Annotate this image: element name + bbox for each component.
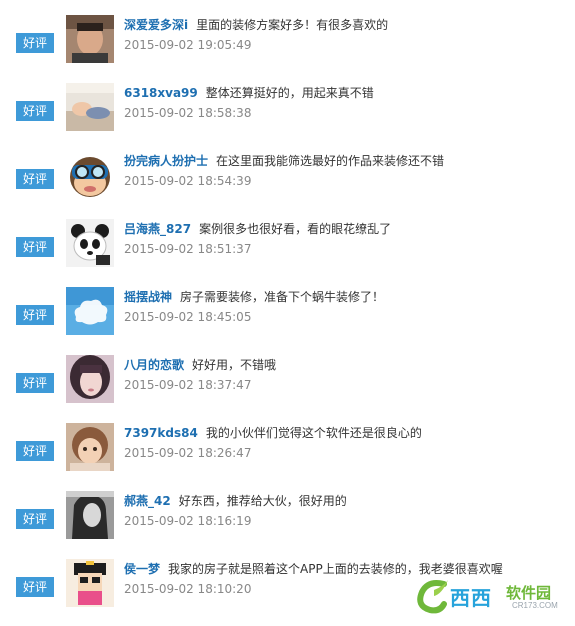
good-review-badge: 好评 — [16, 169, 54, 189]
username[interactable]: 深爱爱多深i — [124, 18, 188, 32]
review-text: 在这里面我能筛选最好的作品来装修还不错 — [216, 154, 445, 168]
username[interactable]: 7397kds84 — [124, 426, 198, 440]
bw-woman-portrait-icon — [66, 491, 114, 539]
username[interactable]: 八月的恋歌 — [124, 358, 184, 372]
review-item: 好评 摇摆战神 房子需要装修，准备下个蜗牛装修了！ 2015-09-02 18:4… — [0, 286, 575, 354]
avatar[interactable] — [66, 423, 114, 471]
review-time: 2015-09-02 18:58:38 — [124, 106, 252, 120]
avatar[interactable] — [66, 219, 114, 267]
avatar[interactable] — [66, 491, 114, 539]
avatar[interactable] — [66, 83, 114, 131]
good-review-badge: 好评 — [16, 441, 54, 461]
review-text: 我的小伙伴们觉得这个软件还是很良心的 — [205, 426, 422, 440]
good-review-badge: 好评 — [16, 509, 54, 529]
good-review-badge: 好评 — [16, 305, 54, 325]
cartoon-goggles-icon — [66, 151, 114, 199]
avatar[interactable] — [66, 559, 114, 607]
review-item: 好评 深爱爱多深i 里面的装修方案好多！有很多喜欢的 2015-09-02 19:… — [0, 14, 575, 82]
review-text: 里面的装修方案好多！有很多喜欢的 — [196, 18, 389, 32]
avatar[interactable] — [66, 287, 114, 335]
username[interactable]: 6318xva99 — [124, 86, 198, 100]
child-portrait-icon — [66, 423, 114, 471]
review-item: 好评 吕海燕_827 案例很多也很好看，看的眼花缭乱了 2015-09-02 18… — [0, 218, 575, 286]
review-time: 2015-09-02 18:45:05 — [124, 310, 252, 324]
watermark-suffix: 软件园 — [506, 585, 552, 602]
username[interactable]: 扮完病人扮护士 — [124, 154, 208, 168]
username[interactable]: 侯一梦 — [124, 562, 160, 576]
panda-icon — [66, 219, 114, 267]
man-portrait-icon — [66, 15, 114, 63]
sleeping-baby-icon — [66, 83, 114, 131]
review-time: 2015-09-02 18:10:20 — [124, 582, 252, 596]
review-item: 好评 八月的恋歌 好好用，不错哦 2015-09-02 18:37:47 — [0, 354, 575, 422]
avatar[interactable] — [66, 151, 114, 199]
good-review-badge: 好评 — [16, 101, 54, 121]
review-text: 案例很多也很好看，看的眼花缭乱了 — [199, 222, 392, 236]
cartoon-girl-icon — [66, 559, 114, 607]
review-text: 好东西，推荐给大伙，很好用的 — [178, 494, 347, 508]
avatar[interactable] — [66, 15, 114, 63]
review-text: 整体还算挺好的，用起来真不错 — [205, 86, 374, 100]
review-text: 我家的房子就是照着这个APP上面的去装修的，我老婆很喜欢喔 — [168, 562, 503, 576]
good-review-badge: 好评 — [16, 577, 54, 597]
review-item: 好评 6318xva99 整体还算挺好的，用起来真不错 2015-09-02 18… — [0, 82, 575, 150]
good-review-badge: 好评 — [16, 33, 54, 53]
review-text: 房子需要装修，准备下个蜗牛装修了！ — [180, 290, 385, 304]
review-time: 2015-09-02 18:16:19 — [124, 514, 252, 528]
girl-portrait-icon — [66, 355, 114, 403]
review-item: 好评 扮完病人扮护士 在这里面我能筛选最好的作品来装修还不错 2015-09-02… — [0, 150, 575, 218]
username[interactable]: 吕海燕_827 — [124, 222, 191, 236]
review-item: 好评 7397kds84 我的小伙伴们觉得这个软件还是很良心的 2015-09-0… — [0, 422, 575, 490]
leaf-logo-icon — [417, 580, 448, 614]
review-time: 2015-09-02 18:26:47 — [124, 446, 252, 460]
review-time: 2015-09-02 18:51:37 — [124, 242, 252, 256]
site-watermark-logo: 西西 软件园 CR173.COM — [414, 576, 574, 614]
review-time: 2015-09-02 18:37:47 — [124, 378, 252, 392]
watermark-url: CR173.COM — [512, 601, 558, 610]
cloud-icon — [66, 287, 114, 335]
username[interactable]: 摇摆战神 — [124, 290, 172, 304]
good-review-badge: 好评 — [16, 373, 54, 393]
username[interactable]: 郝燕_42 — [124, 494, 171, 508]
review-text: 好好用，不错哦 — [192, 358, 277, 372]
good-review-badge: 好评 — [16, 237, 54, 257]
review-time: 2015-09-02 18:54:39 — [124, 174, 252, 188]
review-time: 2015-09-02 19:05:49 — [124, 38, 252, 52]
watermark-brand: 西西 — [450, 588, 492, 610]
review-item: 好评 郝燕_42 好东西，推荐给大伙，很好用的 2015-09-02 18:16:… — [0, 490, 575, 558]
avatar[interactable] — [66, 355, 114, 403]
